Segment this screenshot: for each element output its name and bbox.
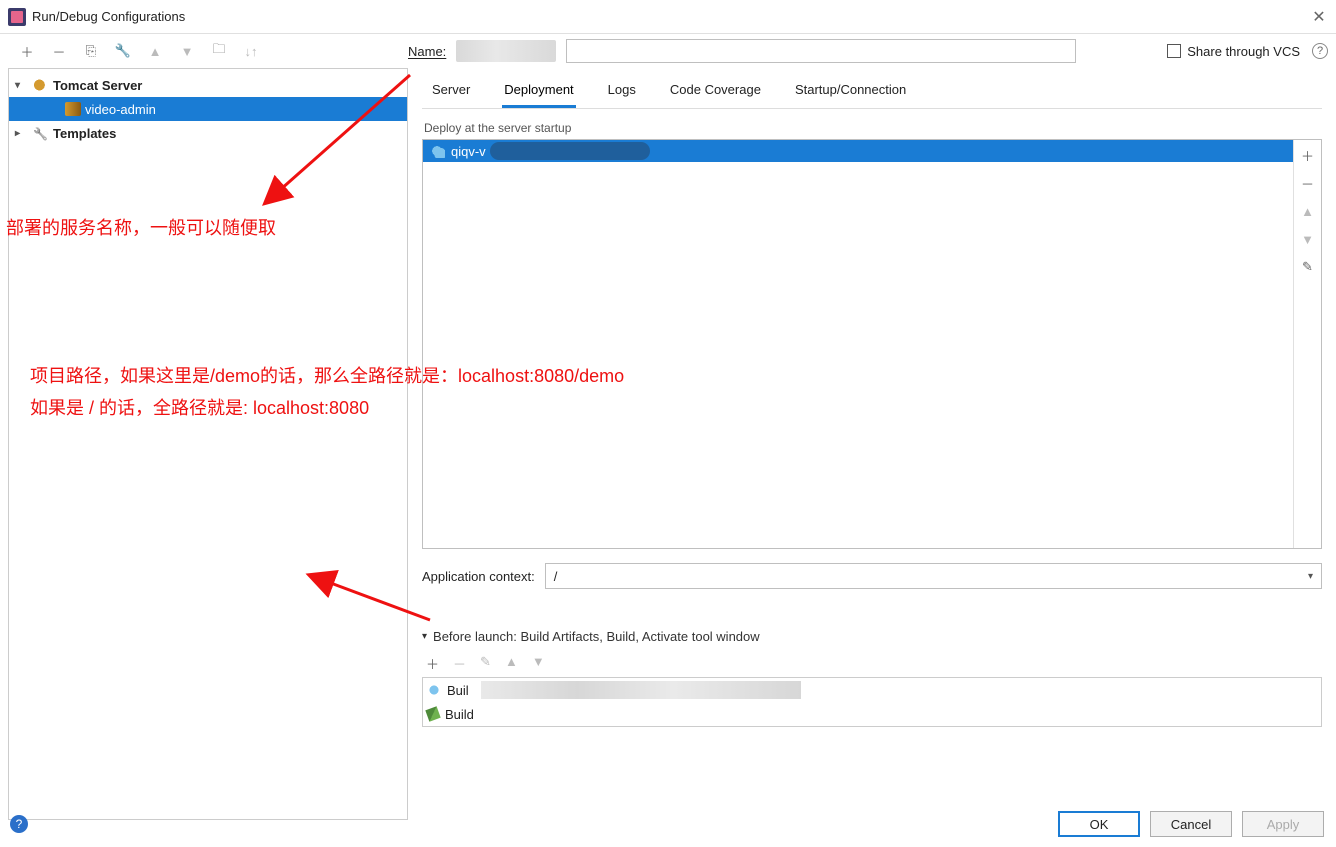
tree-label: Tomcat Server: [53, 78, 142, 93]
wrench-icon: [33, 126, 49, 140]
main-area: ▾ Tomcat Server video-admin ▸ Templates …: [0, 68, 1336, 828]
deploy-section-label: Deploy at the server startup: [424, 121, 1322, 135]
tab-logs[interactable]: Logs: [606, 74, 638, 108]
footer: ? OK Cancel Apply: [10, 811, 1324, 837]
tabs: Server Deployment Logs Code Coverage Sta…: [422, 68, 1322, 109]
tree-label: video-admin: [85, 102, 156, 117]
top-row: ＋ － ⎘ 🔧 ▲ ▼ 🗀 ↓↑ Name: Share through VCS…: [0, 34, 1336, 68]
context-row: Application context: / ▾: [422, 563, 1322, 589]
name-value-obscured: [456, 40, 556, 62]
cancel-label: Cancel: [1171, 817, 1211, 832]
cancel-button[interactable]: Cancel: [1150, 811, 1232, 837]
name-block: Name:: [408, 39, 1076, 63]
apply-button[interactable]: Apply: [1242, 811, 1324, 837]
config-toolbar: ＋ － ⎘ 🔧 ▲ ▼ 🗀 ↓↑: [8, 42, 408, 60]
hammer-icon: [427, 708, 439, 720]
before-launch-toolbar: ＋ － ✎ ▲ ▼: [426, 654, 1322, 673]
tab-deployment[interactable]: Deployment: [502, 74, 575, 108]
add-config-button[interactable]: ＋: [18, 42, 36, 60]
app-icon: [8, 8, 26, 26]
bl-edit-button[interactable]: ✎: [480, 654, 491, 673]
tree-node-templates[interactable]: ▸ Templates: [9, 121, 407, 145]
tree-node-tomcat[interactable]: ▾ Tomcat Server: [9, 73, 407, 97]
copy-config-button[interactable]: ⎘: [82, 42, 100, 60]
share-checkbox[interactable]: [1167, 44, 1181, 58]
artifact-icon: [427, 683, 441, 697]
deploy-side-toolbar: ＋ － ▲ ▼ ✎: [1293, 140, 1321, 548]
name-label: Name:: [408, 44, 446, 59]
edit-defaults-button[interactable]: 🔧: [114, 42, 132, 60]
deploy-item[interactable]: qiqv-v: [423, 140, 1293, 162]
bl-down-icon[interactable]: ▼: [532, 654, 545, 673]
move-up-icon[interactable]: ▲: [146, 42, 164, 60]
webapp-icon: [65, 102, 81, 116]
tab-server[interactable]: Server: [430, 74, 472, 108]
tab-coverage[interactable]: Code Coverage: [668, 74, 763, 108]
deploy-add-button[interactable]: ＋: [1299, 146, 1317, 164]
bl-item-label: Build: [445, 707, 474, 722]
deploy-remove-button[interactable]: －: [1299, 174, 1317, 192]
bl-up-icon[interactable]: ▲: [505, 654, 518, 673]
tree-label: Templates: [53, 126, 116, 141]
bl-add-button[interactable]: ＋: [426, 654, 439, 673]
deploy-list: qiqv-v: [423, 140, 1293, 548]
help-button[interactable]: ?: [10, 815, 28, 833]
bl-remove-button[interactable]: －: [453, 654, 466, 673]
bl-item-artifact[interactable]: Buil: [423, 678, 1321, 702]
before-launch-header[interactable]: ▾ Before launch: Build Artifacts, Build,…: [422, 629, 1322, 644]
deploy-item-text: qiqv-v: [451, 144, 486, 159]
ok-button[interactable]: OK: [1058, 811, 1140, 837]
artifact-icon: [429, 144, 445, 158]
tree-node-config[interactable]: video-admin: [9, 97, 407, 121]
context-combo[interactable]: / ▾: [545, 563, 1322, 589]
before-launch-label: Before launch: Build Artifacts, Build, A…: [433, 629, 760, 644]
deploy-list-box: qiqv-v ＋ － ▲ ▼ ✎: [422, 139, 1322, 549]
deploy-down-icon[interactable]: ▼: [1299, 230, 1317, 248]
window-title: Run/Debug Configurations: [32, 9, 1310, 24]
right-panel: Server Deployment Logs Code Coverage Sta…: [416, 68, 1336, 828]
apply-label: Apply: [1267, 817, 1300, 832]
deploy-edit-icon[interactable]: ✎: [1299, 258, 1317, 276]
move-down-icon[interactable]: ▼: [178, 42, 196, 60]
bl-item-build[interactable]: Build: [423, 702, 1321, 726]
deploy-item-obscured: [490, 142, 650, 160]
close-icon[interactable]: ✕: [1310, 7, 1328, 27]
help-icon[interactable]: ?: [1312, 43, 1328, 59]
share-label: Share through VCS: [1187, 44, 1300, 59]
chevron-down-icon: ▾: [1308, 571, 1313, 582]
context-value: /: [554, 569, 558, 584]
before-launch-section: ▾ Before launch: Build Artifacts, Build,…: [422, 629, 1322, 727]
titlebar: Run/Debug Configurations ✕: [0, 0, 1336, 34]
share-block: Share through VCS ?: [1167, 43, 1328, 59]
sort-icon[interactable]: ↓↑: [242, 42, 260, 60]
name-input[interactable]: [566, 39, 1076, 63]
bl-item-label: Buil: [447, 683, 469, 698]
config-tree: ▾ Tomcat Server video-admin ▸ Templates: [8, 68, 408, 820]
ok-label: OK: [1090, 817, 1109, 832]
deploy-up-icon[interactable]: ▲: [1299, 202, 1317, 220]
remove-config-button[interactable]: －: [50, 42, 68, 60]
tomcat-icon: [33, 78, 49, 92]
context-label: Application context:: [422, 569, 535, 584]
folder-icon[interactable]: 🗀: [210, 42, 228, 60]
before-launch-list: Buil Build: [422, 677, 1322, 727]
tab-startup[interactable]: Startup/Connection: [793, 74, 908, 108]
